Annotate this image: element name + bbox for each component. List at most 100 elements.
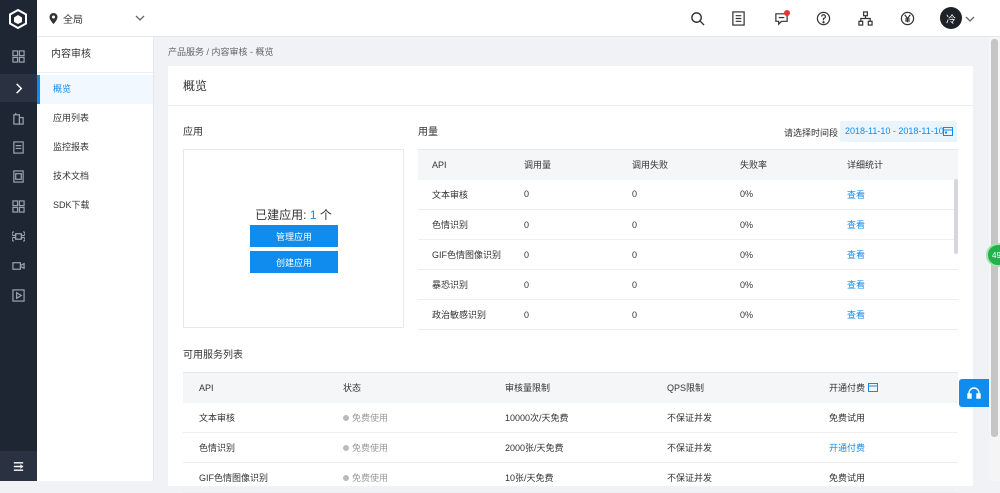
column-header: API [183,372,343,403]
product-sidebar: 内容审核 概览 应用列表 监控报表 技术文档 SDK下载 [37,37,154,481]
view-details-link[interactable]: 查看 [847,209,958,240]
qps-limit: 不保证并发 [667,462,829,493]
view-details-link[interactable]: 查看 [847,239,958,270]
service-action[interactable]: 免费试用 [829,402,958,433]
failed-count: 0 [632,269,740,300]
date-range-value: 2018-11-10 - 2018-11-10 [845,126,944,136]
monitor-icon[interactable] [0,162,37,190]
view-details-link[interactable]: 查看 [847,179,958,210]
column-header: 详细统计 [847,149,958,180]
failed-count: 0 [632,209,740,240]
api-name: GIF色情图像识别 [418,239,524,270]
menu-toggle-icon[interactable] [0,451,37,481]
customer-service-button[interactable] [959,379,989,407]
failure-rate: 0% [740,299,847,330]
document-icon[interactable] [0,133,37,161]
usage-table-scrollbar[interactable] [954,179,958,254]
services-table: API 状态 审核量限制 QPS限制 开通付费 文本审核 免费使用 10000次… [183,372,958,493]
manage-apps-button[interactable]: 管理应用 [250,225,338,247]
apps-panel: 已建应用: 1 个 管理应用 创建应用 [183,149,404,328]
sidebar-item-monitor-report[interactable]: 监控报表 [37,133,153,162]
table-header-row: API 状态 审核量限制 QPS限制 开通付费 [183,372,958,403]
create-app-button[interactable]: 创建应用 [250,251,338,273]
page-scrollbar-thumb[interactable] [991,39,998,437]
search-icon[interactable] [688,9,706,27]
apps-grid-icon[interactable] [0,192,37,220]
sidebar-item-app-list[interactable]: 应用列表 [37,104,153,133]
region-selector[interactable]: 全局 [49,0,145,37]
page-title: 概览 [168,66,973,106]
cloud-logo-icon[interactable] [8,8,28,30]
region-label: 全局 [63,15,83,26]
service-action[interactable]: 免费试用 [829,462,958,493]
column-header: QPS限制 [667,372,829,403]
breadcrumb: 产品服务 / 内容审核 - 概览 [168,47,274,57]
usage-table: API 调用量 调用失败 失败率 详细统计 文本审核 0 0 0% 查看 色情识… [418,149,958,330]
table-row: 暴恐识别 0 0 0% 查看 [418,269,958,300]
api-name: GIF色情图像识别 [183,462,343,493]
calendar-small-icon[interactable] [867,383,878,393]
ledger-icon[interactable] [729,9,747,27]
api-name: 文本审核 [418,179,524,210]
created-apps-label: 已建应用: [255,208,310,222]
column-header: 失败率 [740,149,847,180]
table-row: 文本审核 免费使用 10000次/天免费 不保证并发 免费试用 [183,402,958,433]
help-icon[interactable] [814,9,832,27]
building-icon[interactable] [0,104,37,132]
column-header: API [418,149,524,180]
review-limit: 10000次/天免费 [505,402,667,433]
table-header-row: API 调用量 调用失败 失败率 详细统计 [418,149,958,180]
services-section-title: 可用服务列表 [183,350,243,361]
message-icon[interactable] [772,9,790,27]
api-name: 暴恐识别 [418,269,524,300]
failed-count: 0 [632,239,740,270]
call-count: 0 [524,299,632,330]
video-camera-icon[interactable] [0,251,37,279]
apps-section-title: 应用 [183,127,203,138]
call-count: 0 [524,269,632,300]
view-details-link[interactable]: 查看 [847,269,958,300]
dashboard-icon[interactable] [0,42,37,70]
failure-rate: 0% [740,179,847,210]
sidebar-item-tech-docs[interactable]: 技术文档 [37,162,153,191]
chevron-down-icon [135,15,145,21]
call-count: 0 [524,239,632,270]
play-icon[interactable] [0,281,37,309]
failure-rate: 0% [740,239,847,270]
org-chart-icon[interactable] [856,9,874,27]
failed-count: 0 [632,299,740,330]
command-icon[interactable] [0,222,37,250]
column-header: 调用失败 [632,149,740,180]
sidebar-item-sdk-download[interactable]: SDK下载 [37,191,153,220]
call-count: 0 [524,209,632,240]
user-avatar[interactable]: 冷 [940,7,962,29]
column-header: 开通付费 [829,372,958,403]
failure-rate: 0% [740,269,847,300]
avatar-chevron-down-icon[interactable] [965,14,975,24]
api-name: 色情识别 [418,209,524,240]
created-apps-number: 1 [309,208,317,222]
api-name: 色情识别 [183,432,343,463]
status-badge: 免费使用 [343,462,505,493]
api-name: 政治敏感识别 [418,299,524,330]
icon-rail [0,0,37,481]
created-apps-unit: 个 [316,208,332,222]
expand-menu-icon[interactable] [0,74,37,102]
sidebar-title: 内容审核 [37,37,153,73]
service-action[interactable]: 开通付费 [829,432,958,463]
date-range-picker[interactable]: 2018-11-10 - 2018-11-10 [840,121,957,142]
failed-count: 0 [632,179,740,210]
qps-limit: 不保证并发 [667,402,829,433]
failure-rate: 0% [740,209,847,240]
column-header-label: 开通付费 [829,383,866,394]
view-details-link[interactable]: 查看 [847,299,958,330]
status-badge: 免费使用 [343,432,505,463]
billing-yen-icon[interactable] [898,9,916,27]
sidebar-item-overview[interactable]: 概览 [37,75,153,104]
qps-limit: 不保证并发 [667,432,829,463]
column-header: 审核量限制 [505,372,667,403]
column-header: 状态 [343,372,505,403]
date-range-label: 请选择时间段 [784,128,839,138]
status-badge: 免费使用 [343,402,505,433]
api-name: 文本审核 [183,402,343,433]
